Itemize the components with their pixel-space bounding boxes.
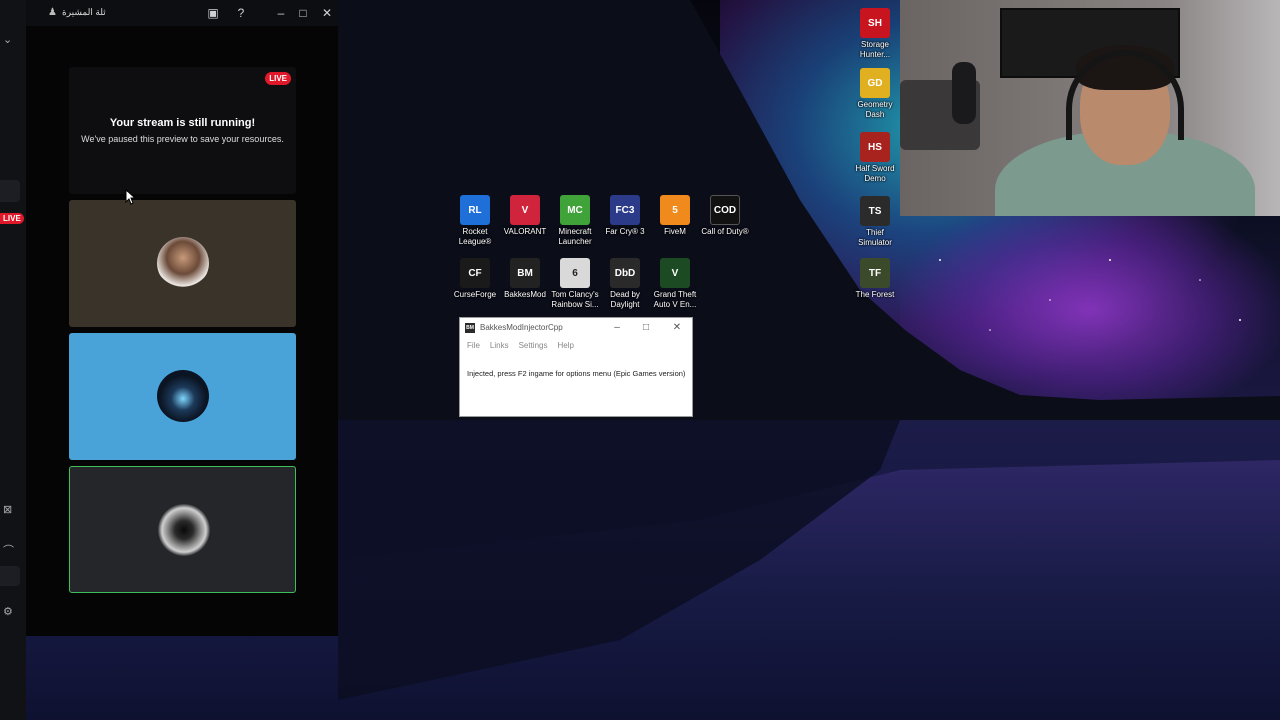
desktop-icon-curseforge[interactable]: CF CurseForge	[450, 258, 500, 300]
sidebar-channel-item[interactable]	[0, 180, 20, 202]
close-button[interactable]: ✕	[318, 4, 336, 22]
desktop-icon-label: Geometry Dash	[857, 100, 893, 119]
gta-v-icon: V	[660, 258, 690, 288]
menu-help[interactable]: Help	[557, 341, 573, 350]
live-badge: LIVE	[265, 72, 291, 85]
desktop-icon-label: Tom Clancy's Rainbow Si...	[551, 290, 599, 309]
menu-settings[interactable]: Settings	[519, 341, 548, 350]
desktop-icon-storage-hunter[interactable]: SH Storage Hunter...	[850, 8, 900, 60]
desktop-icon-minecraft[interactable]: MC Minecraft Launcher	[550, 195, 600, 247]
storage-hunter-icon: SH	[860, 8, 890, 38]
window-title: BakkesModInjectorCpp	[480, 323, 563, 332]
desktop-icon-label: Call of Duty®	[701, 227, 749, 236]
dead-by-daylight-icon: DbD	[610, 258, 640, 288]
sidebar-control-item[interactable]	[0, 566, 20, 586]
desktop-icon-thief-simulator[interactable]: TS Thief Simulator	[850, 196, 900, 248]
thief-simulator-icon: TS	[860, 196, 890, 226]
menu-bar: File Links Settings Help	[467, 341, 574, 350]
bakkesmod-icon: BM	[510, 258, 540, 288]
avatar	[157, 237, 209, 289]
participant-tile[interactable]	[69, 200, 296, 327]
minimize-button[interactable]: –	[610, 321, 624, 335]
desktop-icon-dead-by-daylight[interactable]: DbD Dead by Daylight	[600, 258, 650, 310]
camera-off-icon[interactable]: ⊠	[3, 503, 12, 516]
menu-links[interactable]: Links	[490, 341, 509, 350]
desktop-icon-label: CurseForge	[453, 290, 497, 299]
stream-title: Your stream is still running!	[109, 117, 256, 129]
menu-file[interactable]: File	[467, 341, 480, 350]
desktop-icon-label: Grand Theft Auto V En...	[653, 290, 697, 309]
desktop-icon-rainbow-six[interactable]: 6 Tom Clancy's Rainbow Si...	[550, 258, 600, 310]
desktop-icon-label: The Forest	[855, 290, 895, 299]
desktop-icon-label: Far Cry® 3	[605, 227, 645, 236]
headphones-icon[interactable]: ⌒	[3, 542, 14, 558]
rainbow-six-icon: 6	[560, 258, 590, 288]
desktop-icon-half-sword[interactable]: HS Half Sword Demo	[850, 132, 900, 184]
desktop-icon-label: VALORANT	[503, 227, 547, 236]
status-message: Injected, press F2 ingame for options me…	[467, 369, 686, 378]
desktop-icon-far-cry-3[interactable]: FC3 Far Cry® 3	[600, 195, 650, 237]
minimize-button[interactable]: –	[272, 4, 290, 22]
bakkesmod-logo-icon: BM	[465, 323, 475, 333]
user-icon: ♟	[48, 7, 57, 18]
participant-tile-speaking[interactable]	[69, 466, 296, 593]
desktop-icon-geometry-dash[interactable]: GD Geometry Dash	[850, 68, 900, 120]
half-sword-icon: HS	[860, 132, 890, 162]
maximize-button[interactable]: □	[639, 321, 653, 335]
desktop-icon-label: Storage Hunter...	[859, 40, 891, 59]
chevron-down-icon[interactable]: ⌄	[3, 33, 12, 46]
bakkesmod-injector-window: BM BakkesModInjectorCpp – □ ✕ File Links…	[459, 317, 693, 417]
microphone-icon	[952, 62, 976, 124]
desktop-icon-label: FiveM	[664, 227, 686, 236]
window-titlebar: ♟ ثلة المشيرة ▣ ? – □ ✕	[26, 0, 338, 26]
the-forest-icon: TF	[860, 258, 890, 288]
stream-subtitle: We've paused this preview to save your r…	[81, 134, 284, 144]
desktop-icon-the-forest[interactable]: TF The Forest	[850, 258, 900, 300]
window-title: ثلة المشيرة	[62, 7, 106, 17]
desktop-icon-label: Rocket League®	[458, 227, 492, 246]
desktop-icon-fivem[interactable]: 5 FiveM	[650, 195, 700, 237]
desktop-icon-call-of-duty[interactable]: COD Call of Duty®	[700, 195, 750, 237]
rocket-league-icon: RL	[460, 195, 490, 225]
stream-preview-tile[interactable]: LIVE Your stream is still running! We've…	[69, 67, 296, 194]
avatar	[158, 504, 210, 556]
close-button[interactable]: ✕	[670, 321, 684, 335]
minecraft-icon: MC	[560, 195, 590, 225]
help-icon[interactable]: ?	[232, 4, 250, 22]
desktop-icon-label: Thief Simulator	[858, 228, 892, 247]
desktop-icon-label: Minecraft Launcher	[558, 227, 592, 246]
maximize-button[interactable]: □	[294, 4, 312, 22]
curseforge-icon: CF	[460, 258, 490, 288]
server-sidebar-strip: ⌄ LIVE ⊠ ⌒ ⚙	[0, 0, 26, 720]
desktop-icon-label: BakkesMod	[504, 290, 546, 299]
desktop-icon-rocket-league[interactable]: RL Rocket League®	[450, 195, 500, 247]
desktop-icon-gta-v[interactable]: V Grand Theft Auto V En...	[650, 258, 700, 310]
geometry-dash-icon: GD	[860, 68, 890, 98]
fivem-icon: 5	[660, 195, 690, 225]
live-badge-mini: LIVE	[0, 213, 24, 224]
webcam-overlay	[900, 0, 1280, 216]
avatar	[157, 370, 209, 422]
window-titlebar: BM BakkesModInjectorCpp – □ ✕	[460, 318, 692, 338]
valorant-icon: V	[510, 195, 540, 225]
desktop-icon-label: Dead by Daylight	[610, 290, 640, 309]
desktop-icon-label: Half Sword Demo	[855, 164, 895, 183]
voice-call-window: ♟ ثلة المشيرة ▣ ? – □ ✕ LIVE Your stream…	[26, 0, 338, 636]
far-cry-icon: FC3	[610, 195, 640, 225]
inbox-icon[interactable]: ▣	[204, 4, 222, 22]
desktop-icon-bakkesmod[interactable]: BM BakkesMod	[500, 258, 550, 300]
call-of-duty-icon: COD	[710, 195, 740, 225]
gear-icon[interactable]: ⚙	[3, 605, 13, 618]
desktop-icon-valorant[interactable]: V VALORANT	[500, 195, 550, 237]
participant-tile[interactable]	[69, 333, 296, 460]
